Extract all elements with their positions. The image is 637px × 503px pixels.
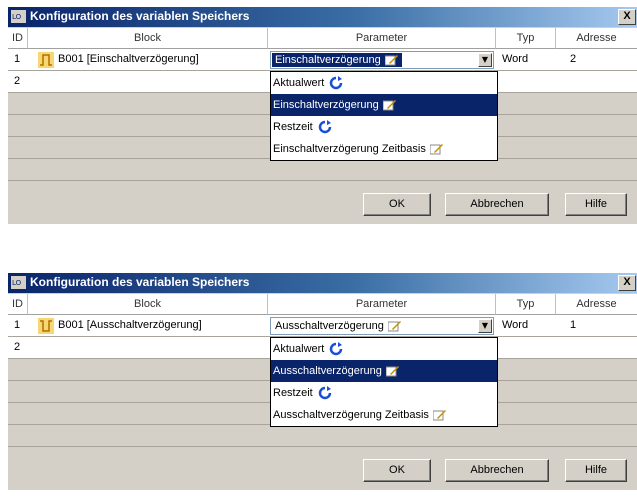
button-bar: OK Abbrechen Hilfe [8,450,637,490]
logo-app-icon: LO [11,276,26,289]
title-bar[interactable]: LO Konfiguration des variablen Speichers… [8,273,637,293]
button-bar: OK Abbrechen Hilfe [8,184,637,224]
column-header-parameter[interactable]: Parameter [268,294,496,315]
row-id: 2 [14,341,21,353]
config-dialog-2: LO Konfiguration des variablen Speichers… [8,273,637,490]
table-row-empty [8,159,637,181]
refresh-icon [318,386,331,400]
timer-block-icon [38,318,54,334]
close-button[interactable]: X [618,9,636,25]
row-id: 2 [14,75,21,87]
row-id: 1 [14,319,21,331]
chevron-down-icon[interactable]: ▼ [478,53,492,67]
row-id: 1 [14,53,21,65]
row-adresse: 1 [570,319,577,331]
parameter-select[interactable]: Ausschaltverzögerung ▼ [270,317,494,335]
memory-table: ID Block Parameter Typ Adresse 1 B001 [E… [8,28,637,183]
edit-icon [384,55,398,66]
parameter-select[interactable]: Einschaltverzögerung ▼ [270,51,494,69]
edit-icon [382,100,396,111]
table-row[interactable]: 1 B001 [Ausschaltverzögerung] Ausschaltv… [8,315,637,337]
dropdown-option[interactable]: Restzeit [271,116,497,138]
dropdown-option[interactable]: Ausschaltverzögerung Zeitbasis [271,404,497,426]
ok-button[interactable]: OK [363,193,431,216]
memory-table: ID Block Parameter Typ Adresse 1 B001 [A… [8,294,637,449]
parameter-dropdown-list: Aktualwert Ausschaltverzögerung Restzeit… [270,337,498,427]
row-block: B001 [Einschaltverzögerung] [58,53,199,65]
help-button[interactable]: Hilfe [565,459,627,482]
edit-icon [429,144,443,155]
parameter-select-value: Einschaltverzögerung [272,53,402,67]
column-header-id[interactable]: ID [8,294,28,315]
cancel-button[interactable]: Abbrechen [445,193,549,216]
row-adresse: 2 [570,53,577,65]
dialog-title: Konfiguration des variablen Speichers [30,9,250,23]
row-typ: Word [502,319,529,331]
timer-block-icon [38,52,54,68]
edit-icon [385,366,399,377]
column-header-id[interactable]: ID [8,28,28,49]
refresh-icon [318,120,331,134]
column-header-parameter[interactable]: Parameter [268,28,496,49]
column-header-typ[interactable]: Typ [496,28,556,49]
edit-icon [432,410,446,421]
logo-app-icon: LO [11,10,26,23]
row-block: B001 [Ausschaltverzögerung] [58,319,202,331]
refresh-icon [330,342,343,356]
column-header-typ[interactable]: Typ [496,294,556,315]
dropdown-option[interactable]: Aktualwert [271,72,497,94]
row-typ: Word [502,53,529,65]
dropdown-option[interactable]: Restzeit [271,382,497,404]
dropdown-option[interactable]: Einschaltverzögerung Zeitbasis [271,138,497,160]
edit-icon [387,321,401,332]
title-bar[interactable]: LO Konfiguration des variablen Speichers… [8,7,637,27]
svg-text:LO: LO [12,279,22,287]
config-dialog-1: LO Konfiguration des variablen Speichers… [8,7,637,224]
cancel-button[interactable]: Abbrechen [445,459,549,482]
parameter-dropdown-list: Aktualwert Einschaltverzögerung Restzeit… [270,71,498,161]
svg-text:LO: LO [12,13,22,21]
dropdown-option[interactable]: Aktualwert [271,338,497,360]
column-header-adresse[interactable]: Adresse [556,28,637,49]
parameter-select-value: Ausschaltverzögerung [272,319,405,333]
close-button[interactable]: X [618,275,636,291]
column-header-adresse[interactable]: Adresse [556,294,637,315]
column-header-block[interactable]: Block [28,294,268,315]
column-header-block[interactable]: Block [28,28,268,49]
chevron-down-icon[interactable]: ▼ [478,319,492,333]
table-row-empty [8,425,637,447]
dropdown-option-selected[interactable]: Ausschaltverzögerung [271,360,497,382]
refresh-icon [330,76,343,90]
help-button[interactable]: Hilfe [565,193,627,216]
table-row[interactable]: 1 B001 [Einschaltverzögerung] Einschaltv… [8,49,637,71]
dialog-title: Konfiguration des variablen Speichers [30,275,250,289]
dropdown-option-selected[interactable]: Einschaltverzögerung [271,94,497,116]
ok-button[interactable]: OK [363,459,431,482]
